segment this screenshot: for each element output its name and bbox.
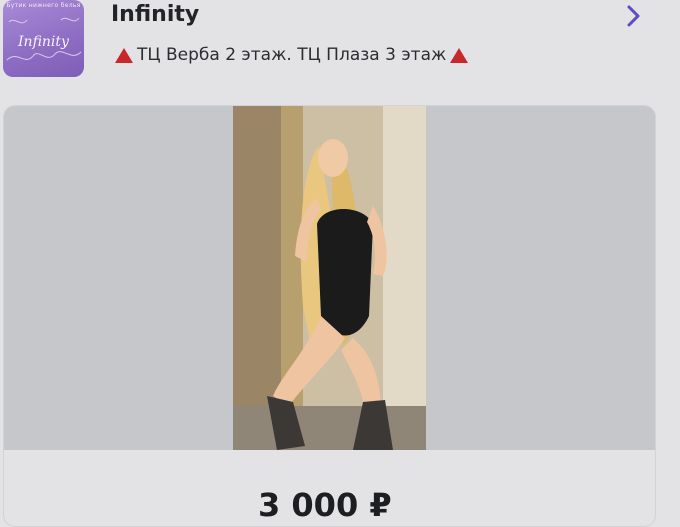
- chevron-right-icon[interactable]: [620, 2, 648, 30]
- store-address: ТЦ Верба 2 этаж. ТЦ Плаза 3 этаж: [115, 43, 469, 67]
- store-logo[interactable]: Бутик нижнего белья Infinity: [3, 0, 84, 77]
- logo-script-text: Infinity: [18, 34, 69, 50]
- store-address-text: ТЦ Верба 2 этаж. ТЦ Плаза 3 этаж: [137, 45, 447, 65]
- product-photo[interactable]: [233, 106, 426, 450]
- logo-tagline: Бутик нижнего белья: [6, 2, 81, 9]
- red-triangle-icon: [115, 47, 133, 63]
- product-photo-image: [233, 106, 426, 450]
- red-triangle-icon: [450, 47, 469, 63]
- product-card[interactable]: [3, 105, 656, 527]
- store-header[interactable]: Бутик нижнего белья Infinity Infinity ТЦ…: [0, 0, 680, 90]
- store-name[interactable]: Infinity: [111, 2, 199, 27]
- product-price: 3 000 ₽: [258, 486, 392, 524]
